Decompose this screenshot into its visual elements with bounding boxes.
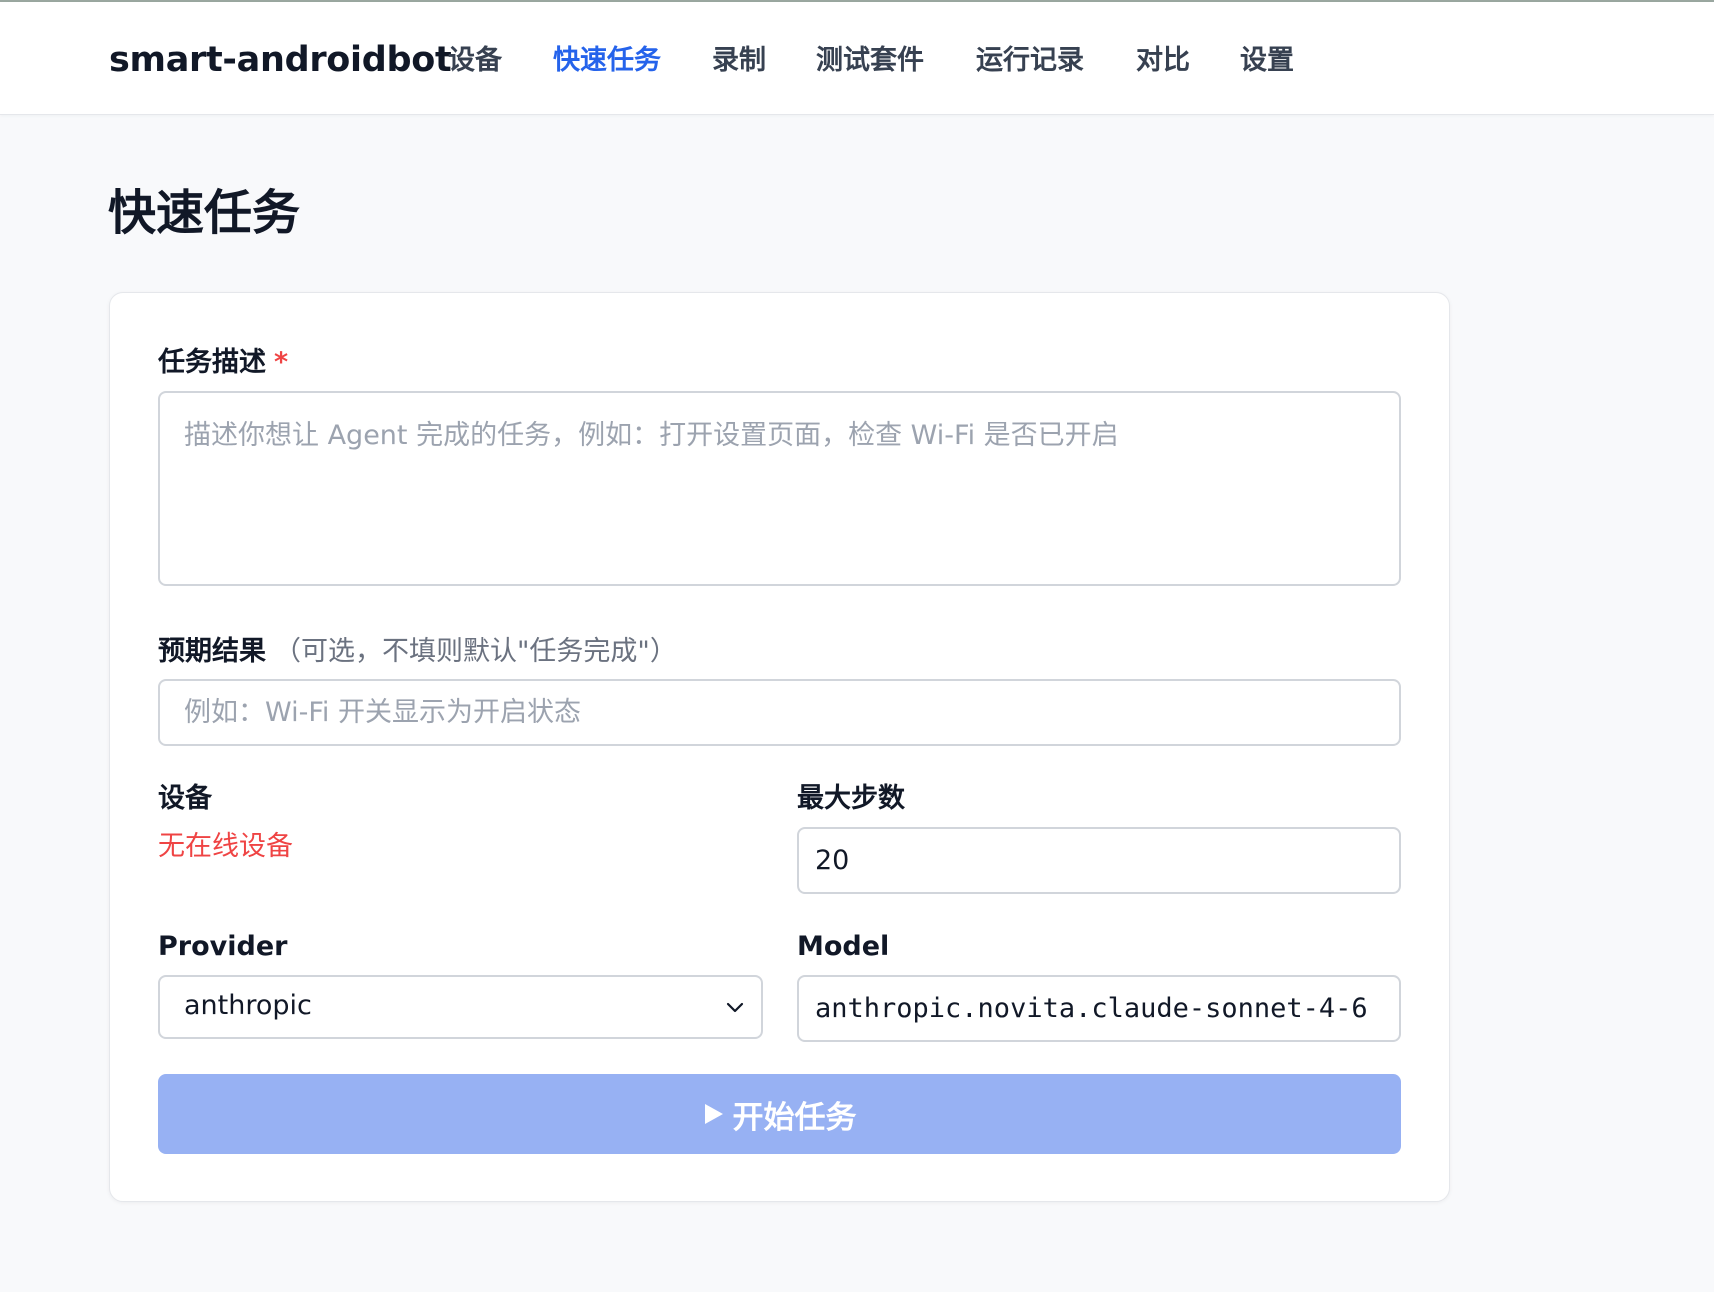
quick-task-form-card: 任务描述 * 预期结果 （可选，不填则默认"任务完成"） 设备 无在线设备 最大步数… xyxy=(109,292,1450,1202)
start-task-button[interactable]: 开始任务 xyxy=(158,1074,1401,1154)
chevron-down-icon xyxy=(726,1002,744,1013)
max-steps-label: 最大步数 xyxy=(797,783,905,814)
nav-item-run-history[interactable]: 运行记录 xyxy=(976,39,1084,83)
model-label: Model xyxy=(797,931,890,962)
expected-result-input[interactable] xyxy=(158,679,1401,746)
task-description-label-text: 任务描述 xyxy=(158,347,266,378)
nav-item-devices[interactable]: 设备 xyxy=(448,39,502,83)
device-label: 设备 xyxy=(158,783,212,814)
max-steps-input[interactable] xyxy=(797,827,1401,894)
required-mark: * xyxy=(274,347,289,378)
model-input[interactable] xyxy=(797,975,1401,1042)
expected-result-hint: （可选，不填则默认"任务完成"） xyxy=(274,636,677,667)
brand-logo[interactable]: smart-androidbot xyxy=(109,35,452,85)
provider-label: Provider xyxy=(158,931,288,962)
nav-item-quick-task[interactable]: 快速任务 xyxy=(553,39,661,83)
provider-selected-value: anthropic xyxy=(184,990,312,1021)
nav-item-compare[interactable]: 对比 xyxy=(1136,39,1190,83)
expected-result-label: 预期结果 （可选，不填则默认"任务完成"） xyxy=(158,632,677,672)
nav-item-test-suites[interactable]: 测试套件 xyxy=(816,39,924,83)
task-description-label: 任务描述 * xyxy=(158,343,288,383)
no-device-status: 无在线设备 xyxy=(158,831,293,862)
top-navbar: smart-androidbot 设备 快速任务 录制 测试套件 运行记录 对比… xyxy=(0,2,1714,115)
nav-item-settings[interactable]: 设置 xyxy=(1240,39,1294,83)
expected-result-label-text: 预期结果 xyxy=(158,636,266,667)
start-task-label: 开始任务 xyxy=(732,1099,857,1136)
provider-select[interactable]: anthropic xyxy=(158,975,763,1039)
play-icon xyxy=(704,1104,723,1124)
task-description-textarea[interactable] xyxy=(158,391,1401,586)
nav-item-record[interactable]: 录制 xyxy=(712,39,766,83)
page-title: 快速任务 xyxy=(108,185,301,241)
